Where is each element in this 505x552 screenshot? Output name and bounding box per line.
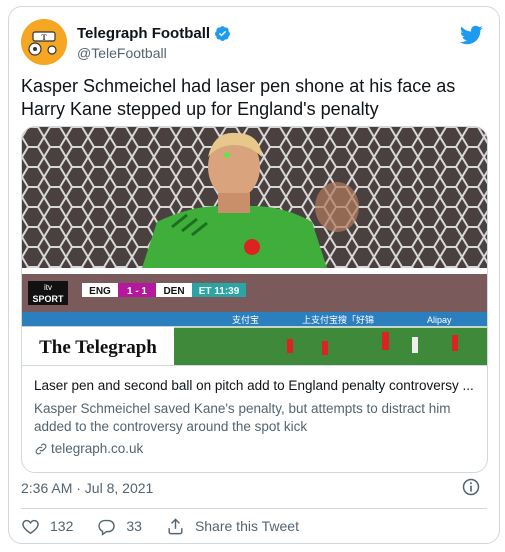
share-label: Share this Tweet (194, 518, 299, 534)
link-card-image[interactable]: itv SPORT ENG 1 - 1 DEN ET 11:39 支付宝 上支付… (22, 127, 487, 365)
link-card-text: Laser pen and second ball on pitch add t… (22, 365, 487, 472)
score-away-team: DEN (163, 286, 184, 297)
score-value: 1 - 1 (127, 286, 147, 297)
channel-logo-bottom: SPORT (32, 294, 64, 304)
svg-text:T: T (41, 33, 47, 42)
link-domain[interactable]: telegraph.co.uk (34, 441, 143, 456)
tweet-header: T Telegraph Football @TeleFootball (21, 19, 487, 67)
share-button[interactable]: Share this Tweet (166, 517, 299, 536)
like-count: 132 (50, 518, 74, 534)
ad-board-brand: Alipay (427, 315, 452, 325)
score-period: ET 11:39 (199, 286, 240, 297)
account-handle[interactable]: @TeleFootball (77, 45, 167, 61)
verified-badge-icon (215, 26, 230, 41)
reply-icon (98, 519, 116, 536)
reply-count: 33 (126, 518, 142, 534)
share-icon (168, 517, 183, 534)
match-photo: itv SPORT ENG 1 - 1 DEN ET 11:39 支付宝 上支付… (22, 127, 487, 365)
telegraph-brand-mark: The Telegraph (39, 337, 157, 358)
twitter-bird-icon[interactable] (459, 23, 483, 47)
link-description: Kasper Schmeichel saved Kane's penalty, … (34, 401, 451, 434)
display-name[interactable]: Telegraph Football (77, 25, 210, 42)
avatar[interactable]: T (21, 19, 67, 65)
score-home-team: ENG (89, 286, 111, 297)
like-button[interactable]: 132 (21, 517, 73, 536)
telegraph-logo-icon: T (21, 19, 67, 65)
link-domain-label: telegraph.co.uk (51, 441, 144, 456)
divider (21, 508, 487, 509)
tweet-actions: 132 33 Share this Tweet (21, 514, 299, 538)
reply-button[interactable]: 33 (97, 517, 142, 536)
ad-board-left: 支付宝 (232, 314, 259, 326)
link-icon (35, 443, 47, 454)
link-preview-card[interactable]: itv SPORT ENG 1 - 1 DEN ET 11:39 支付宝 上支付… (21, 126, 488, 473)
channel-logo-top: itv (44, 283, 52, 292)
tweet-text: Kasper Schmeichel had laser pen shone at… (21, 76, 456, 119)
name-row: Telegraph Football (77, 25, 231, 42)
embedded-tweet-card: T Telegraph Football @TeleFootball Kaspe… (8, 6, 500, 544)
heart-icon (22, 519, 39, 534)
link-title[interactable]: Laser pen and second ball on pitch add t… (34, 378, 477, 393)
tweet-timestamp[interactable]: 2:36 AM · Jul 8, 2021 (21, 480, 153, 496)
ad-board-text: 上支付宝搜「好锦 (302, 314, 374, 326)
info-icon[interactable] (461, 477, 481, 497)
